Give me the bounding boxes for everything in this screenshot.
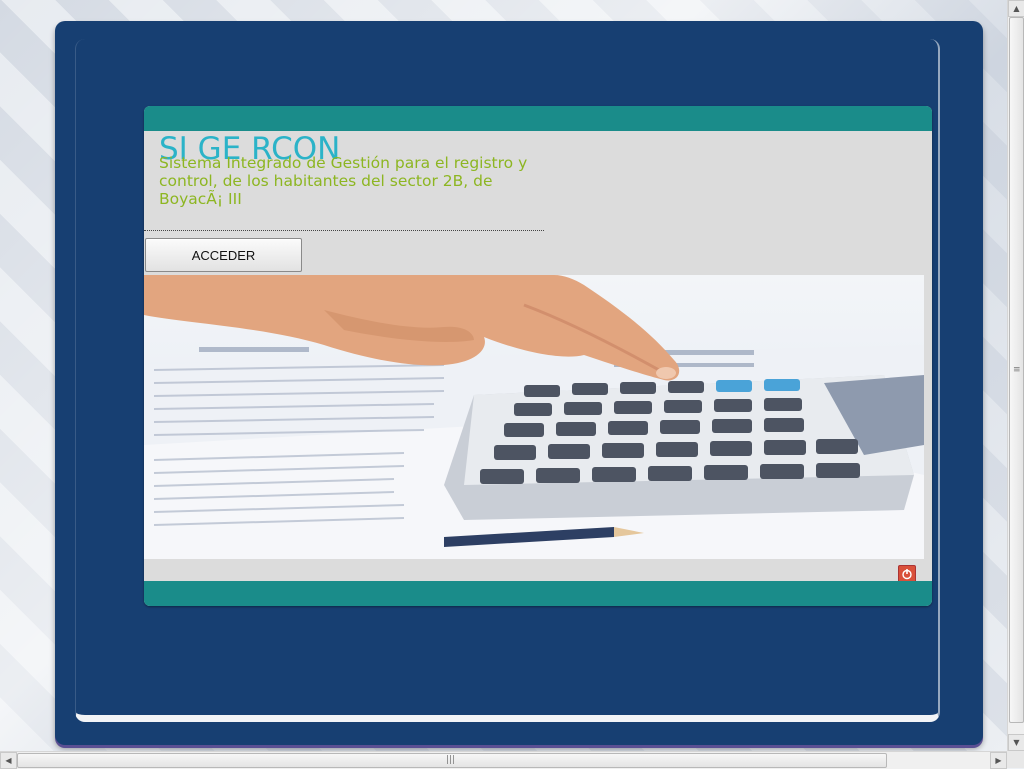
- vertical-scroll-thumb[interactable]: ≡: [1009, 17, 1024, 723]
- hero-image: [144, 275, 924, 559]
- scroll-up-arrow-icon[interactable]: ▲: [1008, 0, 1024, 17]
- scrollbar-corner: [1007, 751, 1024, 768]
- scroll-left-arrow-icon[interactable]: ◀: [0, 752, 17, 769]
- power-icon: [902, 569, 912, 580]
- header-divider: [144, 230, 544, 231]
- calculator-illustration: [144, 275, 924, 559]
- acceder-button[interactable]: ACCEDER: [145, 238, 302, 272]
- panel-top-bar: [144, 106, 932, 131]
- horizontal-scroll-thumb[interactable]: |||: [17, 753, 887, 768]
- grip-icon: ≡: [1013, 365, 1021, 375]
- login-panel: SI GE RCON Sistema Integrado de Gestión …: [144, 106, 932, 606]
- panel-header: SI GE RCON Sistema Integrado de Gestión …: [144, 131, 932, 275]
- horizontal-scrollbar[interactable]: ◀ ||| ▶: [0, 751, 1007, 769]
- app-subtitle: Sistema Integrado de Gestión para el reg…: [159, 154, 528, 208]
- panel-bottom-bar: [144, 581, 932, 606]
- scroll-down-arrow-icon[interactable]: ▼: [1008, 734, 1024, 751]
- grip-icon: |||: [446, 755, 456, 765]
- scroll-right-arrow-icon[interactable]: ▶: [990, 752, 1007, 769]
- panel-footer: [144, 559, 932, 581]
- vertical-scrollbar[interactable]: ▲ ≡ ▼: [1007, 0, 1024, 751]
